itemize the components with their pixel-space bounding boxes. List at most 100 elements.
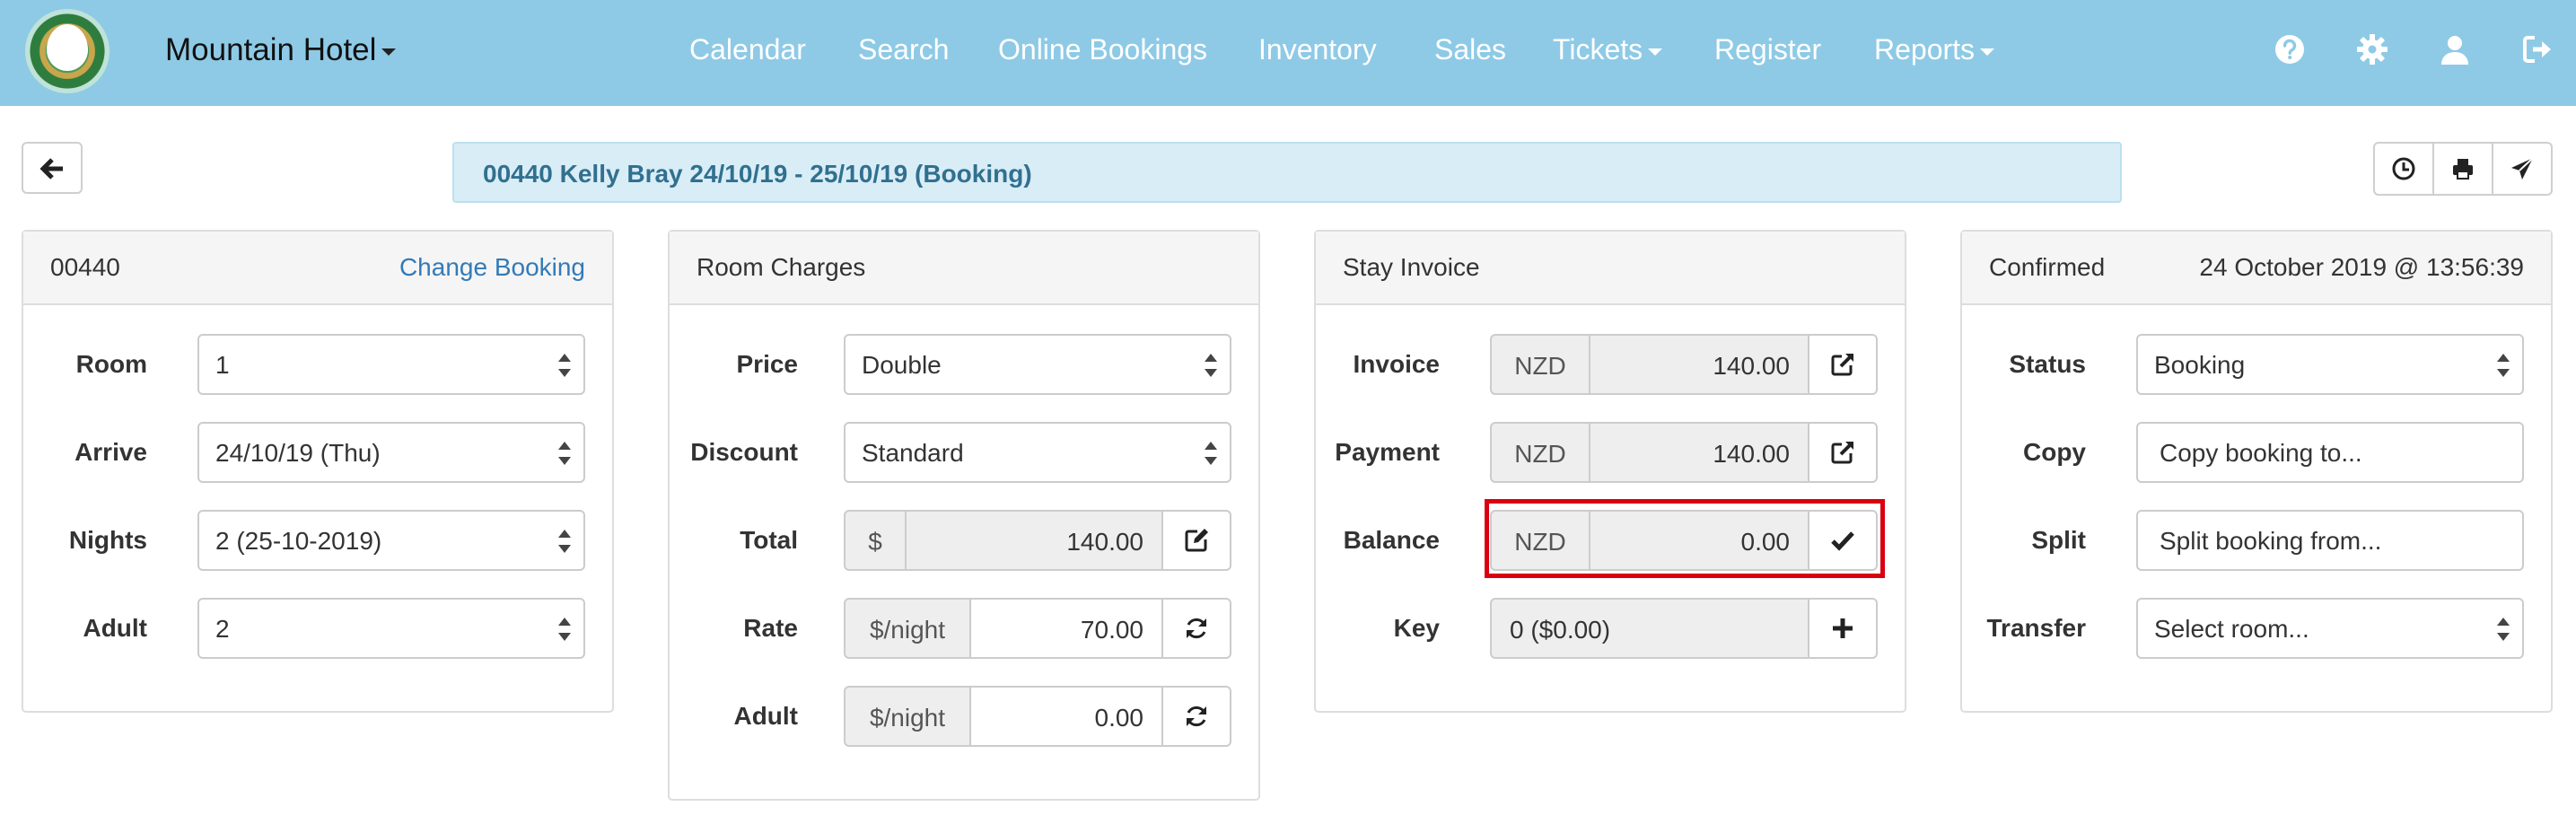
copy-booking-button[interactable]: Copy booking to... <box>2136 422 2524 483</box>
clock-icon <box>2392 157 2415 180</box>
split-booking-button[interactable]: Split booking from... <box>2136 510 2524 571</box>
copy-label: Copy <box>2023 438 2086 466</box>
status-row: Status Booking <box>1962 334 2551 395</box>
rate-label: Rate <box>743 614 798 642</box>
booking-panel: 00440 Change Booking Room 1 Arrive 24/10… <box>22 230 614 713</box>
select-arrows-icon <box>1205 442 1217 465</box>
room-select[interactable]: 1 <box>197 334 585 395</box>
price-select[interactable]: Double <box>844 334 1231 395</box>
payment-row: Payment NZD 140.00 <box>1316 422 1905 483</box>
adult-row: Adult 2 <box>23 598 612 659</box>
balance-highlight <box>1485 499 1885 578</box>
back-button[interactable] <box>22 142 83 194</box>
nav-reports[interactable]: Reports <box>1874 33 1995 66</box>
nav-online-bookings[interactable]: Online Bookings <box>998 33 1207 66</box>
adult-charge-label: Adult <box>733 702 798 730</box>
invoice-group: NZD 140.00 <box>1490 334 1878 395</box>
open-payment-button[interactable] <box>1808 422 1878 483</box>
discount-label: Discount <box>690 438 798 466</box>
nights-row: Nights 2 (25-10-2019) <box>23 510 612 571</box>
hotel-switcher[interactable]: Mountain Hotel <box>165 32 397 68</box>
payment-group: NZD 140.00 <box>1490 422 1878 483</box>
help-icon[interactable] <box>2273 32 2307 66</box>
transfer-label: Transfer <box>1986 614 2087 642</box>
print-button[interactable] <box>2434 144 2493 194</box>
currency-addon: $ <box>844 510 907 571</box>
rate-row: Rate $/night 70.00 <box>670 598 1258 659</box>
discount-select-value: Standard <box>862 439 964 467</box>
external-link-icon <box>1831 354 1853 376</box>
arrive-label: Arrive <box>74 438 147 466</box>
open-invoice-button[interactable] <box>1808 334 1878 395</box>
invoice-label: Invoice <box>1353 350 1440 378</box>
logout-icon[interactable] <box>2520 32 2554 66</box>
discount-row: Discount Standard <box>670 422 1258 483</box>
arrive-select[interactable]: 24/10/19 (Thu) <box>197 422 585 483</box>
split-label: Split <box>2031 526 2086 554</box>
confirmed-timestamp: 24 October 2019 @ 13:56:39 <box>2199 253 2524 281</box>
invoice-field: 140.00 <box>1589 334 1809 395</box>
room-row: Room 1 <box>23 334 612 395</box>
transfer-select[interactable]: Select room... <box>2136 598 2524 659</box>
brand-label: Mountain Hotel <box>165 32 377 67</box>
refresh-icon <box>1187 706 1206 727</box>
refresh-icon <box>1187 618 1206 639</box>
select-arrows-icon <box>2497 354 2510 377</box>
change-booking-link[interactable]: Change Booking <box>399 253 585 282</box>
add-key-button[interactable] <box>1808 598 1878 659</box>
split-row: Split Split booking from... <box>1962 510 2551 571</box>
arrow-left-icon <box>39 158 63 180</box>
adult-charge-input[interactable]: 0.00 <box>969 686 1163 747</box>
external-link-icon <box>1831 442 1853 464</box>
send-button[interactable] <box>2493 144 2551 194</box>
refresh-adult-button[interactable] <box>1161 686 1231 747</box>
hotel-logo[interactable] <box>25 9 110 93</box>
gear-icon[interactable] <box>2355 32 2389 66</box>
select-arrows-icon <box>558 530 571 553</box>
price-row: Price Double <box>670 334 1258 395</box>
total-field: 140.00 <box>905 510 1163 571</box>
key-field: 0 ($0.00) <box>1490 598 1809 659</box>
select-arrows-icon <box>558 442 571 465</box>
copy-row: Copy Copy booking to... <box>1962 422 2551 483</box>
rate-input[interactable]: 70.00 <box>969 598 1163 659</box>
transfer-row: Transfer Select room... <box>1962 598 2551 659</box>
nav-search[interactable]: Search <box>858 33 949 66</box>
nav-tickets[interactable]: Tickets <box>1553 33 1663 66</box>
user-icon[interactable] <box>2438 32 2472 66</box>
currency-addon: NZD <box>1490 422 1590 483</box>
refresh-rate-button[interactable] <box>1161 598 1231 659</box>
nav-inventory[interactable]: Inventory <box>1258 33 1377 66</box>
adult-label: Adult <box>83 614 147 642</box>
print-icon <box>2453 159 2473 180</box>
booking-number: 00440 <box>50 253 120 281</box>
edit-total-button[interactable] <box>1161 510 1231 571</box>
adult-select[interactable]: 2 <box>197 598 585 659</box>
room-select-value: 1 <box>215 351 230 379</box>
stay-invoice-panel: Stay Invoice Invoice NZD 140.00 Payment … <box>1314 230 1906 713</box>
status-select[interactable]: Booking <box>2136 334 2524 395</box>
select-arrows-icon <box>558 618 571 641</box>
price-select-value: Double <box>862 351 942 379</box>
nav-calendar[interactable]: Calendar <box>689 33 806 66</box>
rate-group: $/night 70.00 <box>844 598 1231 659</box>
nav-register[interactable]: Register <box>1714 33 1821 66</box>
payment-label: Payment <box>1335 438 1440 466</box>
nights-label: Nights <box>68 526 147 554</box>
plus-icon <box>1833 618 1853 638</box>
key-label: Key <box>1393 614 1440 642</box>
key-group: 0 ($0.00) <box>1490 598 1878 659</box>
nights-select[interactable]: 2 (25-10-2019) <box>197 510 585 571</box>
nights-select-value: 2 (25-10-2019) <box>215 527 382 555</box>
key-row: Key 0 ($0.00) <box>1316 598 1905 659</box>
chevron-down-icon <box>1980 48 1995 56</box>
discount-select[interactable]: Standard <box>844 422 1231 483</box>
history-button[interactable] <box>2375 144 2434 194</box>
select-arrows-icon <box>1205 354 1217 377</box>
nav-sales[interactable]: Sales <box>1434 33 1506 66</box>
send-icon <box>2511 157 2534 180</box>
booking-summary-bar: 00440 Kelly Bray 24/10/19 - 25/10/19 (Bo… <box>452 142 2122 203</box>
adult-select-value: 2 <box>215 615 230 643</box>
adult-charge-group: $/night 0.00 <box>844 686 1231 747</box>
balance-label: Balance <box>1343 526 1440 554</box>
